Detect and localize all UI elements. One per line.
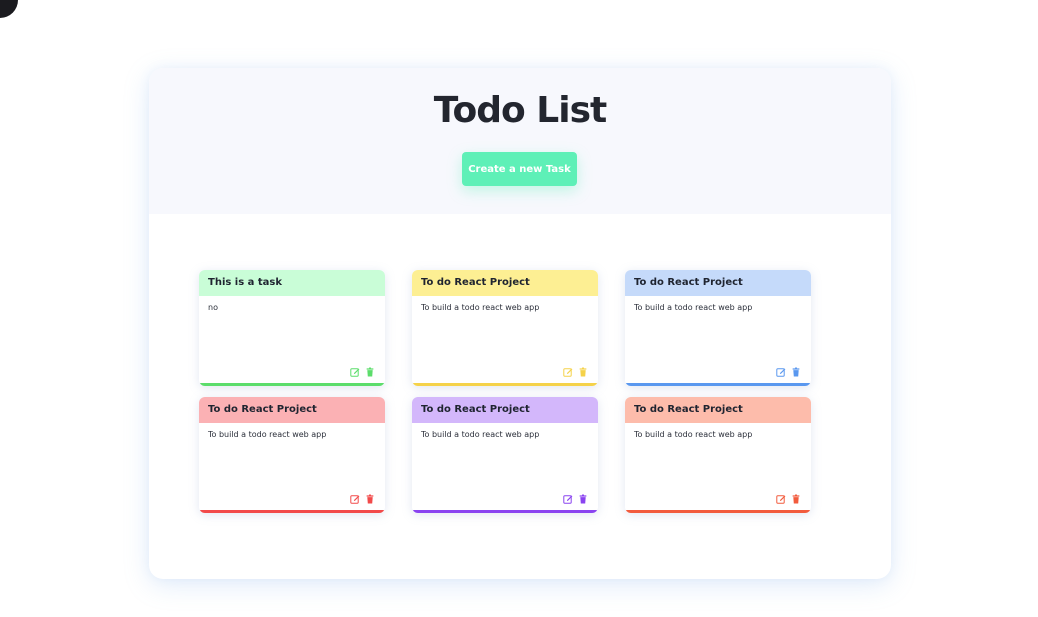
delete-icon[interactable] [578,494,588,504]
task-card-description: no [208,303,218,312]
task-card: To do React Project To build a todo reac… [625,397,811,513]
task-card: To do React Project To build a todo reac… [412,397,598,513]
task-card-accent-bar [625,383,811,386]
task-card-description: To build a todo react web app [421,303,540,312]
edit-icon[interactable] [776,367,786,377]
task-card-description: To build a todo react web app [634,430,753,439]
task-card-actions [776,367,801,377]
task-card-title: This is a task [199,270,385,296]
task-card-accent-bar [412,383,598,386]
task-card: To do React Project To build a todo reac… [412,270,598,386]
task-card-actions [776,494,801,504]
task-card-title: To do React Project [412,270,598,296]
task-card: This is a task no [199,270,385,386]
task-card-actions [563,367,588,377]
edit-icon[interactable] [350,494,360,504]
task-card-title: To do React Project [625,397,811,423]
create-task-button[interactable]: Create a new Task [462,152,577,186]
edit-icon[interactable] [350,367,360,377]
app-header: Todo List Create a new Task [149,68,891,214]
task-card-actions [563,494,588,504]
delete-icon[interactable] [791,494,801,504]
task-card-actions [350,367,375,377]
task-card-title: To do React Project [625,270,811,296]
task-card-description: To build a todo react web app [421,430,540,439]
todo-app-panel: Todo List Create a new Task This is a ta… [149,68,891,579]
task-card-title: To do React Project [199,397,385,423]
delete-icon[interactable] [365,494,375,504]
delete-icon[interactable] [791,367,801,377]
delete-icon[interactable] [365,367,375,377]
edit-icon[interactable] [776,494,786,504]
page-title: Todo List [433,90,607,131]
task-card-accent-bar [625,510,811,513]
task-card-description: To build a todo react web app [208,430,327,439]
task-card-actions [350,494,375,504]
task-cards-grid: This is a task no To do React Project To… [199,270,839,530]
task-card-accent-bar [199,510,385,513]
window-corner [0,0,18,18]
delete-icon[interactable] [578,367,588,377]
task-card-description: To build a todo react web app [634,303,753,312]
task-card: To do React Project To build a todo reac… [625,270,811,386]
task-card-accent-bar [412,510,598,513]
edit-icon[interactable] [563,367,573,377]
task-card-title: To do React Project [412,397,598,423]
edit-icon[interactable] [563,494,573,504]
task-card-accent-bar [199,383,385,386]
task-card: To do React Project To build a todo reac… [199,397,385,513]
